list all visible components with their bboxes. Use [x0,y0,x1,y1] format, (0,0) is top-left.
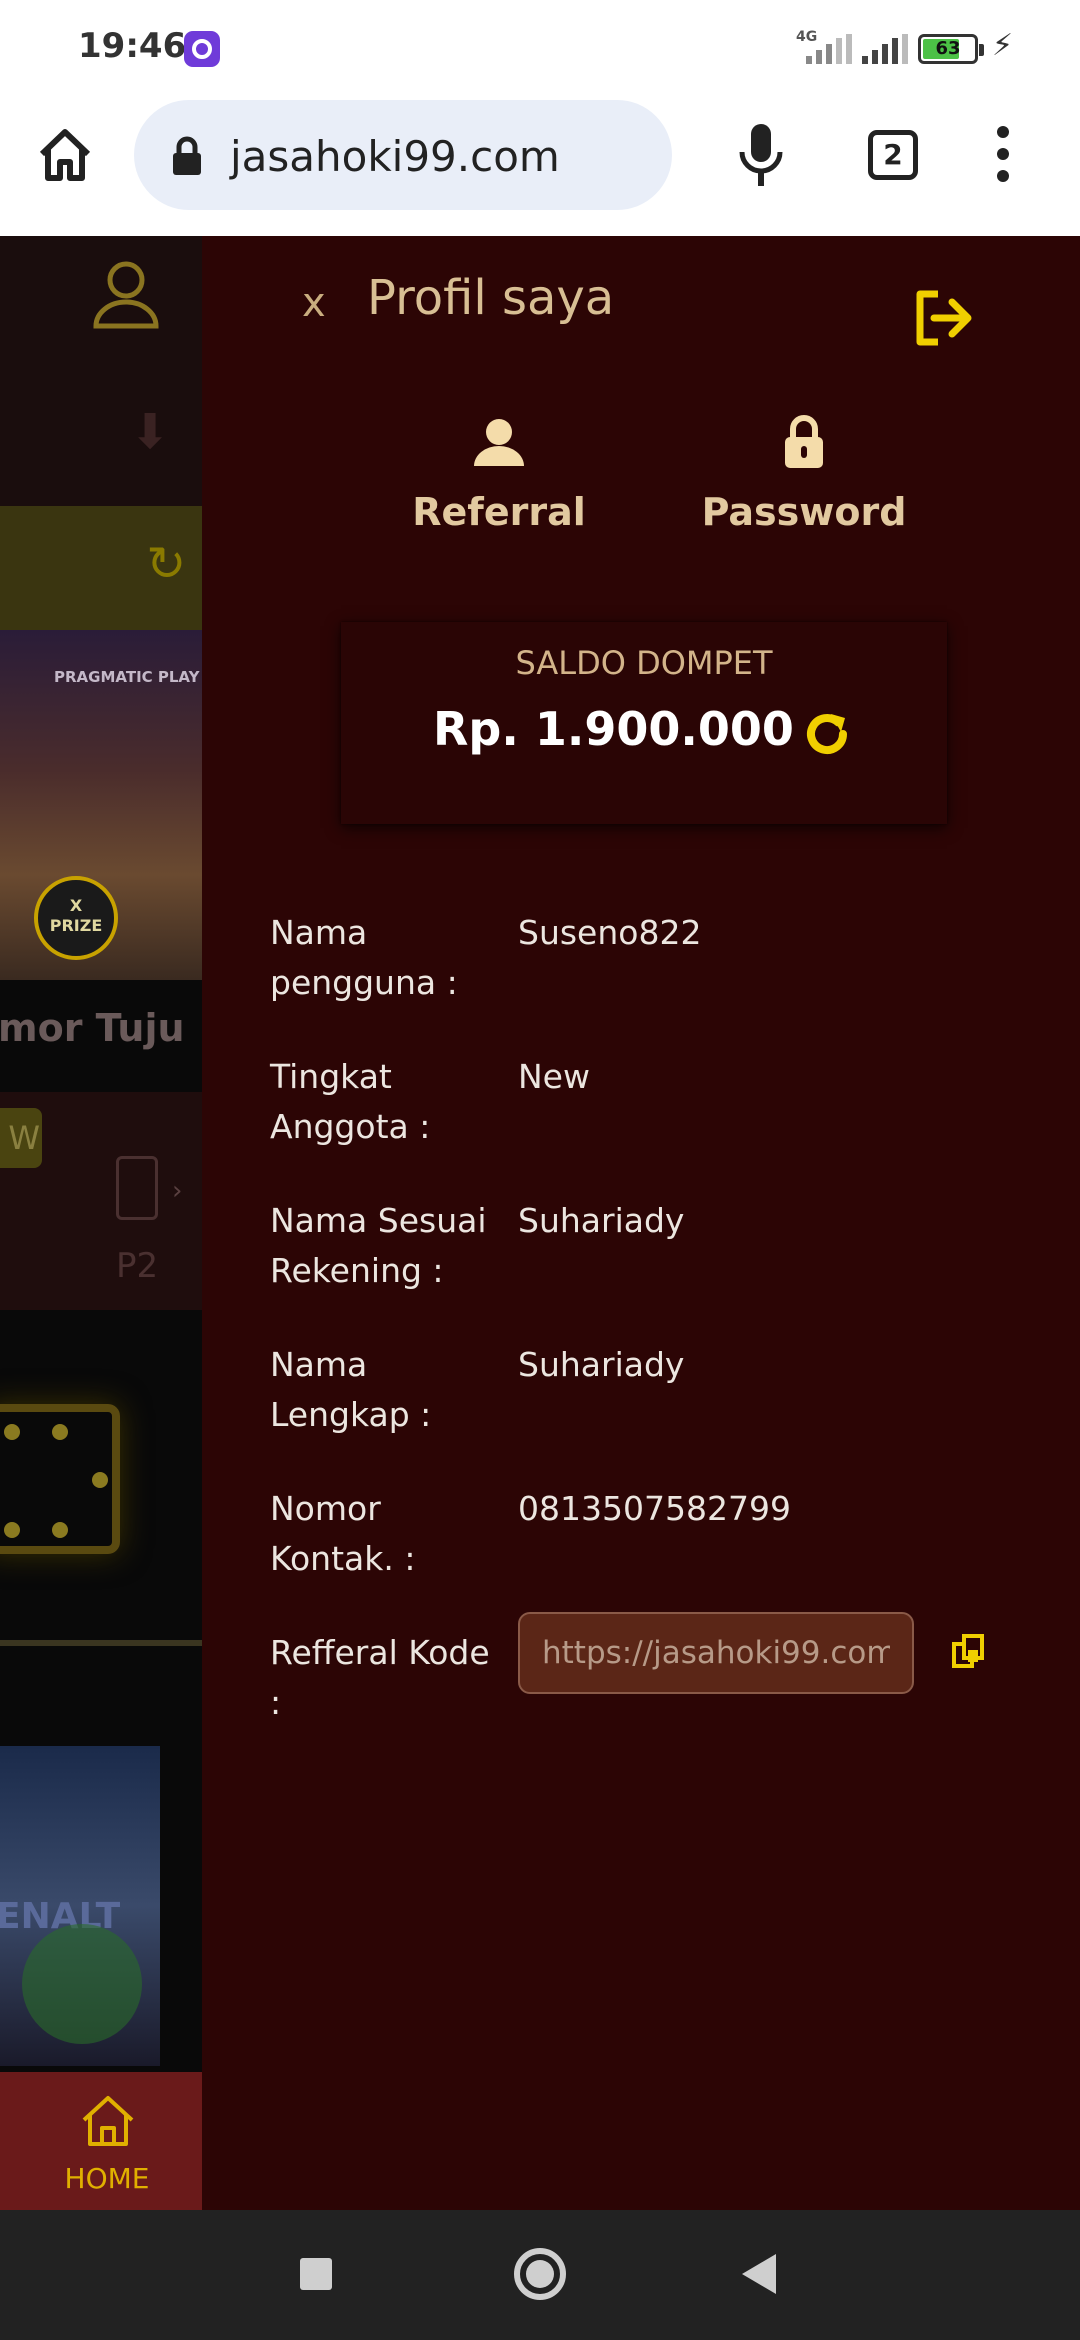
field-label: Refferal Kode : [270,1633,490,1722]
referral-code-input[interactable] [518,1612,914,1694]
tab-referral-label: Referral [412,490,586,534]
download-icon[interactable]: ⬇ [130,404,170,460]
playing-card-icon [116,1156,158,1220]
recents-button[interactable] [300,2258,332,2290]
screen: 19:46 4G 63 ⚡ jasahoki99.com 2 ⬇ ↻ PRAGM… [0,0,1080,2340]
home-tab-label: HOME [64,2162,150,2195]
tab-switcher-button[interactable]: 2 [868,130,918,180]
card-label: P2 [116,1246,159,1286]
lock-icon [170,136,204,180]
battery-level: 63 [935,38,961,59]
browser-home-button[interactable] [34,124,96,186]
charging-icon: ⚡ [992,28,1014,63]
browser-toolbar: jasahoki99.com 2 [0,96,1080,236]
section-title: mor Tuju [0,1006,185,1050]
status-time: 19:46 [78,26,187,66]
system-nav-bar [0,2210,1080,2340]
url-bar[interactable]: jasahoki99.com [134,100,672,210]
battery-icon: 63 [918,34,984,64]
logout-icon[interactable] [914,290,976,350]
wallet-balance: Rp. 1.900.000 [433,702,794,756]
field-value: Suhariady [518,1345,685,1384]
back-button[interactable] [742,2254,776,2294]
wallet-label: SALDO DOMPET [515,644,773,682]
field-value: Suhariady [518,1201,685,1240]
user-icon[interactable] [92,258,160,334]
close-button[interactable]: x [302,280,326,326]
field-label: Nomor Kontak. : [270,1489,416,1578]
browser-menu-icon[interactable] [995,126,1011,186]
field-label: Nama Sesuai Rekening : [270,1201,487,1290]
tab-password[interactable]: Password [684,412,924,534]
home-button[interactable] [514,2248,566,2300]
divider [0,1640,202,1646]
refresh-balance-icon[interactable] [803,710,851,762]
tab-password-label: Password [701,490,907,534]
refresh-icon[interactable]: ↻ [146,536,186,592]
field-value: New [518,1057,590,1096]
profile-panel: x Profil saya Referral Password SALDO DO… [202,236,1080,2210]
field-label: Nama pengguna : [270,913,458,1002]
new-tag: W [0,1108,42,1168]
slot-frame [0,1404,120,1554]
home-icon [39,129,91,181]
field-value: 0813507582799 [518,1489,791,1528]
field-value: Suseno822 [518,913,702,952]
app-notification-icon [184,31,220,67]
signal-icon-2 [862,34,908,64]
field-label: Tingkat Anggota : [270,1057,431,1146]
lock-icon [785,415,823,468]
wallet-card: SALDO DOMPET Rp. 1.900.000 [341,622,947,824]
field-label: Nama Lengkap : [270,1345,432,1434]
provider-logo: PRAGMATIC PLAY [54,668,200,686]
panel-title: Profil saya [367,270,615,326]
tab-referral[interactable]: Referral [379,412,619,534]
copy-icon[interactable] [950,1632,988,1686]
prize-badge: X PRIZE [34,876,118,960]
chevron-right-icon[interactable]: › [172,1176,182,1206]
status-bar: 19:46 4G 63 ⚡ [0,0,1080,96]
signal-icon-1 [806,34,852,64]
whatsapp-icon[interactable] [22,1924,142,2044]
url-text: jasahoki99.com [230,132,560,181]
home-icon [78,2092,138,2154]
background-site: ⬇ ↻ PRAGMATIC PLAY X PRIZE mor Tuju W › P… [0,236,202,2210]
mic-icon[interactable] [736,122,786,192]
user-icon [474,419,524,466]
